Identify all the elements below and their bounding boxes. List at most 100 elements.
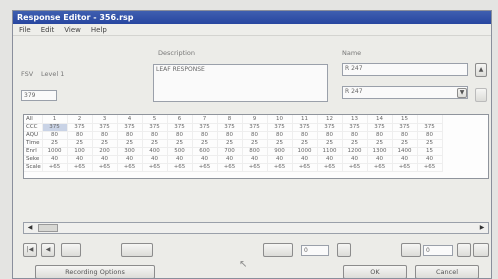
previous-record-icon[interactable]: ◀ bbox=[41, 243, 55, 257]
grid-cell[interactable]: 40 bbox=[242, 155, 268, 164]
grid-cell[interactable]: 600 bbox=[192, 147, 218, 156]
blank-button[interactable] bbox=[121, 243, 153, 257]
grid-cell[interactable]: 375 bbox=[117, 123, 143, 132]
grid-cell[interactable]: 900 bbox=[267, 147, 293, 156]
ok-button[interactable]: OK bbox=[343, 265, 407, 278]
first-record-icon[interactable]: |◀ bbox=[23, 243, 37, 257]
grid-cell[interactable]: 80 bbox=[267, 131, 293, 140]
counter-field-left[interactable]: 0 bbox=[301, 245, 329, 256]
grid-cell[interactable]: +65 bbox=[217, 163, 243, 172]
grid-cell[interactable]: +65 bbox=[417, 163, 443, 172]
grid-cell[interactable]: 80 bbox=[67, 131, 93, 140]
grid-cell[interactable]: +65 bbox=[367, 163, 393, 172]
grid-cell[interactable]: +65 bbox=[117, 163, 143, 172]
grid-cell[interactable]: 25 bbox=[217, 139, 243, 148]
grid-cell[interactable]: 40 bbox=[192, 155, 218, 164]
grid-cell[interactable]: 1100 bbox=[317, 147, 343, 156]
table-row[interactable]: CCC 375 375 375 375 375 375 375 375 375 … bbox=[24, 123, 443, 132]
grid-cell[interactable]: 80 bbox=[392, 131, 418, 140]
grid-cell[interactable]: 375 bbox=[267, 123, 293, 132]
side-button[interactable] bbox=[475, 88, 487, 102]
grid-cell[interactable]: +65 bbox=[242, 163, 268, 172]
grid-cell[interactable]: 375 bbox=[67, 123, 93, 132]
grid-cell[interactable]: 80 bbox=[317, 131, 343, 140]
grid-cell[interactable]: 80 bbox=[92, 131, 118, 140]
table-row[interactable]: Time 25 25 25 25 25 25 25 25 25 25 25 25… bbox=[24, 139, 443, 148]
grid-cell[interactable]: 700 bbox=[217, 147, 243, 156]
spin-down-button[interactable] bbox=[401, 243, 421, 257]
grid-cell[interactable]: 300 bbox=[117, 147, 143, 156]
grid-cell[interactable]: 40 bbox=[217, 155, 243, 164]
grid-cell[interactable]: 80 bbox=[192, 131, 218, 140]
up-arrow-icon[interactable]: ▲ bbox=[475, 63, 487, 77]
grid-cell[interactable]: 25 bbox=[342, 139, 368, 148]
decrement-button[interactable] bbox=[263, 243, 293, 257]
grid-cell[interactable]: 375 bbox=[317, 123, 343, 132]
grid-cell[interactable]: 375 bbox=[392, 123, 418, 132]
grid-cell[interactable]: 40 bbox=[417, 155, 443, 164]
grid-cell[interactable]: 25 bbox=[92, 139, 118, 148]
grid-cell[interactable]: 375 bbox=[417, 123, 443, 132]
grid-cell[interactable]: 1300 bbox=[367, 147, 393, 156]
scroll-thumb[interactable] bbox=[38, 224, 58, 232]
grid-cell[interactable]: 40 bbox=[317, 155, 343, 164]
table-row[interactable]: Scale +65 +65 +65 +65 +65 +65 +65 +65 +6… bbox=[24, 163, 443, 172]
grid-cell[interactable]: 80 bbox=[217, 131, 243, 140]
grid-cell[interactable]: 500 bbox=[167, 147, 193, 156]
horizontal-scrollbar[interactable]: ◀ ▶ bbox=[23, 222, 489, 234]
menu-view[interactable]: View bbox=[64, 24, 81, 35]
menu-edit[interactable]: Edit bbox=[41, 24, 55, 35]
grid-cell[interactable]: 375 bbox=[142, 123, 168, 132]
grid-cell[interactable]: 25 bbox=[417, 139, 443, 148]
grid-cell[interactable]: 80 bbox=[417, 131, 443, 140]
table-row[interactable]: Enrl 1000 100 200 300 400 500 600 700 80… bbox=[24, 147, 443, 156]
grid-cell[interactable]: 25 bbox=[392, 139, 418, 148]
grid-cell[interactable]: 40 bbox=[117, 155, 143, 164]
data-grid[interactable]: All 1 2 3 4 5 6 7 8 9 10 11 12 13 14 15 … bbox=[23, 114, 489, 179]
grid-cell[interactable]: +65 bbox=[42, 163, 68, 172]
grid-cell[interactable]: 40 bbox=[392, 155, 418, 164]
grid-cell[interactable]: 1000 bbox=[292, 147, 318, 156]
grid-cell[interactable]: 40 bbox=[142, 155, 168, 164]
grid-cell[interactable]: 80 bbox=[292, 131, 318, 140]
grid-cell[interactable]: +65 bbox=[92, 163, 118, 172]
grid-cell[interactable]: 375 bbox=[292, 123, 318, 132]
scroll-right-icon[interactable]: ▶ bbox=[476, 223, 488, 233]
grid-cell[interactable]: 80 bbox=[142, 131, 168, 140]
grid-cell[interactable]: 25 bbox=[317, 139, 343, 148]
spin-extra-button[interactable] bbox=[473, 243, 489, 257]
grid-cell[interactable]: 375 bbox=[167, 123, 193, 132]
grid-cell[interactable]: +65 bbox=[142, 163, 168, 172]
grid-cell[interactable]: 40 bbox=[292, 155, 318, 164]
level-value-field[interactable]: 379 bbox=[21, 90, 57, 101]
grid-cell[interactable]: 40 bbox=[67, 155, 93, 164]
grid-cell[interactable]: 25 bbox=[242, 139, 268, 148]
table-row[interactable]: AQU 80 80 80 80 80 80 80 80 80 80 80 80 … bbox=[24, 131, 443, 140]
grid-cell[interactable]: +65 bbox=[167, 163, 193, 172]
grid-cell[interactable]: +65 bbox=[67, 163, 93, 172]
cancel-button[interactable]: Cancel bbox=[415, 265, 479, 278]
grid-cell[interactable]: 15 bbox=[417, 147, 443, 156]
grid-cell[interactable]: 375 bbox=[192, 123, 218, 132]
menu-file[interactable]: File bbox=[19, 24, 31, 35]
grid-cell[interactable]: 200 bbox=[92, 147, 118, 156]
menu-help[interactable]: Help bbox=[91, 24, 107, 35]
counter-field-right[interactable]: 0 bbox=[423, 245, 453, 256]
grid-cell[interactable]: 80 bbox=[342, 131, 368, 140]
grid-cell[interactable]: 40 bbox=[167, 155, 193, 164]
table-row[interactable]: Seke 40 40 40 40 40 40 40 40 40 40 40 40… bbox=[24, 155, 443, 164]
nav-button[interactable] bbox=[61, 243, 81, 257]
grid-cell[interactable]: 40 bbox=[42, 155, 68, 164]
grid-cell[interactable]: 1000 bbox=[42, 147, 68, 156]
grid-cell[interactable]: 1200 bbox=[342, 147, 368, 156]
grid-cell[interactable]: 25 bbox=[267, 139, 293, 148]
grid-cell[interactable]: 80 bbox=[167, 131, 193, 140]
increment-button[interactable] bbox=[337, 243, 351, 257]
grid-cell[interactable]: 25 bbox=[67, 139, 93, 148]
grid-cell[interactable]: 375 bbox=[242, 123, 268, 132]
dropdown-arrow-icon[interactable]: ▼ bbox=[457, 88, 467, 98]
description-field[interactable]: LEAF RESPONSE bbox=[153, 64, 328, 102]
grid-cell[interactable]: 80 bbox=[242, 131, 268, 140]
grid-cell[interactable]: +65 bbox=[342, 163, 368, 172]
grid-cell[interactable]: 25 bbox=[117, 139, 143, 148]
